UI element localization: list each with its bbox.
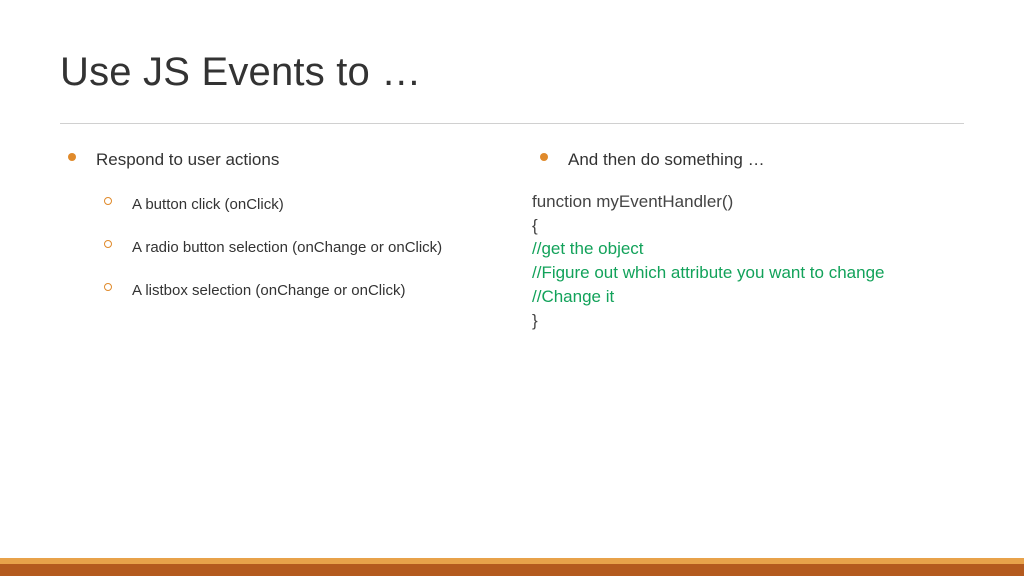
slide: Use JS Events to … Respond to user actio…	[0, 0, 1024, 576]
list-item-text: And then do something …	[568, 150, 765, 169]
divider	[60, 123, 964, 124]
list-item-text: Respond to user actions	[96, 150, 279, 169]
left-column: Respond to user actions A button click (…	[60, 148, 492, 333]
left-sublist: A button click (onClick) A radio button …	[96, 194, 492, 301]
code-comment: //get the object	[532, 237, 964, 261]
list-subitem: A listbox selection (onChange or onClick…	[96, 280, 492, 301]
footer-bands	[0, 558, 1024, 576]
code-line: }	[532, 309, 964, 333]
code-line: function myEventHandler()	[532, 190, 964, 214]
right-column: And then do something … function myEvent…	[532, 148, 964, 333]
right-list: And then do something …	[532, 148, 964, 172]
code-block: function myEventHandler() { //get the ob…	[532, 190, 964, 333]
list-item: Respond to user actions A button click (…	[60, 148, 492, 301]
left-list: Respond to user actions A button click (…	[60, 148, 492, 301]
code-comment: //Change it	[532, 285, 964, 309]
code-line: {	[532, 214, 964, 238]
code-comment: //Figure out which attribute you want to…	[532, 261, 964, 285]
list-subitem-text: A listbox selection (onChange or onClick…	[132, 282, 405, 299]
list-subitem-text: A button click (onClick)	[132, 196, 284, 213]
list-subitem-text: A radio button selection (onChange or on…	[132, 239, 442, 256]
list-item: And then do something …	[532, 148, 964, 172]
content-columns: Respond to user actions A button click (…	[60, 148, 964, 333]
list-subitem: A button click (onClick)	[96, 194, 492, 215]
slide-title: Use JS Events to …	[60, 50, 964, 95]
list-subitem: A radio button selection (onChange or on…	[96, 237, 492, 258]
footer-band-bottom	[0, 564, 1024, 576]
